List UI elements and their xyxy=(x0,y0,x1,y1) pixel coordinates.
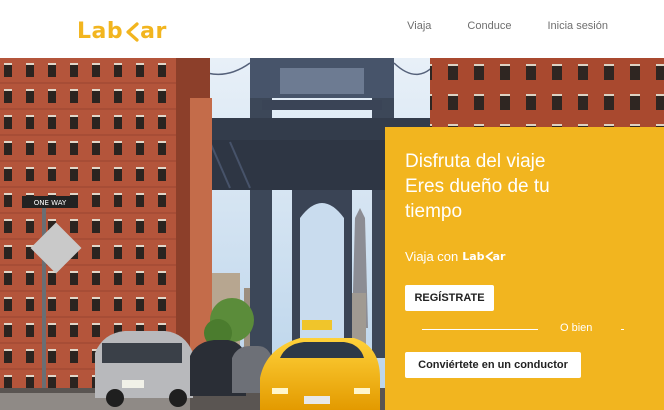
hero-headline: Disfruta del viaje Eres dueño de tu tiem… xyxy=(405,149,655,224)
top-navbar: Lab ar Viaja Conduce Inicia sesión xyxy=(0,0,664,58)
nav-conduce-link[interactable]: Conduce xyxy=(467,20,511,32)
brand-text-right: ar xyxy=(492,250,506,263)
or-separator-text: O bien xyxy=(560,322,593,334)
travel-with-label: Viaja con Lab ar xyxy=(405,249,505,264)
street-sign-text: ONE WAY xyxy=(34,199,67,207)
main-nav: Viaja Conduce Inicia sesión xyxy=(407,20,608,32)
nav-viaja-link[interactable]: Viaja xyxy=(407,20,431,32)
headline-line-3: tiempo xyxy=(405,201,463,222)
brand-text-left: Lab xyxy=(462,250,485,263)
logo-chevron-icon xyxy=(126,22,139,42)
logo-text-right: ar xyxy=(140,19,167,44)
labcar-logo[interactable]: Lab ar xyxy=(77,18,167,46)
page: Lab ar Viaja Conduce Inicia sesión ONE W… xyxy=(0,0,664,410)
headline-line-2: Eres dueño de tu xyxy=(405,176,550,197)
divider-right xyxy=(621,329,624,330)
become-driver-button[interactable]: Conviértete en un conductor xyxy=(405,352,581,378)
travel-with-prefix: Viaja con xyxy=(405,249,459,264)
promo-panel: Disfruta del viaje Eres dueño de tu tiem… xyxy=(385,127,664,410)
logo-text-left: Lab xyxy=(77,19,124,44)
headline-line-1: Disfruta del viaje xyxy=(405,151,546,172)
register-button[interactable]: REGÍSTRATE xyxy=(405,285,494,311)
brand-chevron-icon xyxy=(485,251,493,262)
inline-brand-logo: Lab ar xyxy=(462,250,505,263)
nav-login-link[interactable]: Inicia sesión xyxy=(547,20,608,32)
divider-left xyxy=(422,329,538,330)
